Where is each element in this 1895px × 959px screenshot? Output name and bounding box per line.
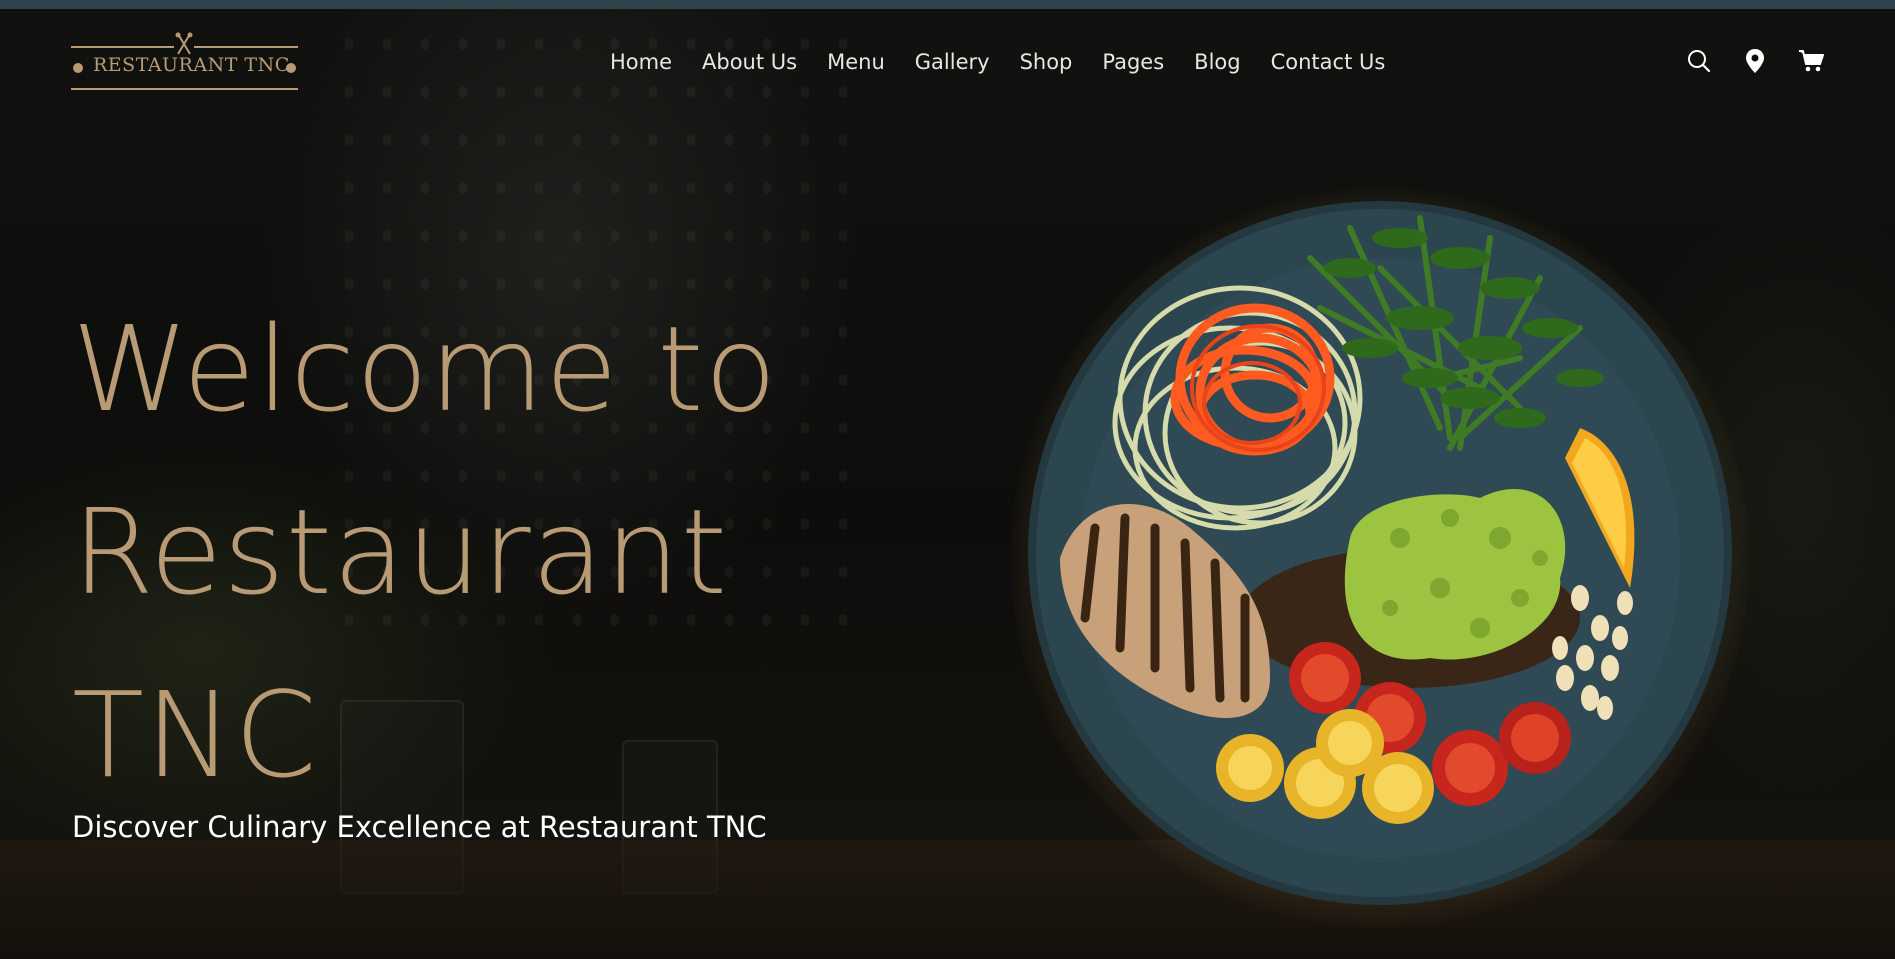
- logo-text: RESTAURANT TNC: [93, 54, 290, 76]
- logo-line-bottom: [71, 88, 298, 90]
- main-nav: Home About Us Menu Gallery Shop Pages Bl…: [610, 48, 1385, 76]
- logo[interactable]: RESTAURANT TNC: [71, 32, 298, 92]
- logo-dot-left: [73, 63, 83, 73]
- hero-title: Welcome to Restaurant TNC: [72, 278, 912, 827]
- hero-title-line-3: TNC: [72, 666, 318, 804]
- location-pin-icon[interactable]: [1742, 48, 1768, 74]
- search-icon[interactable]: [1686, 48, 1712, 74]
- hero-subtitle: Discover Culinary Excellence at Restaura…: [72, 810, 767, 844]
- cutlery-icon: [174, 32, 194, 56]
- top-strip: [0, 0, 1895, 9]
- logo-dot-right: [286, 63, 296, 73]
- nav-about-us[interactable]: About Us: [702, 48, 797, 76]
- hero-title-line-2: Restaurant: [72, 483, 729, 621]
- shopping-cart-icon[interactable]: [1798, 48, 1824, 74]
- nav-menu[interactable]: Menu: [827, 48, 885, 76]
- nav-blog[interactable]: Blog: [1194, 48, 1240, 76]
- nav-pages[interactable]: Pages: [1102, 48, 1164, 76]
- nav-home[interactable]: Home: [610, 48, 672, 76]
- hero-title-line-1: Welcome to: [72, 300, 778, 438]
- header-icons: [1686, 48, 1824, 74]
- hero-food-plate-image: [1010, 188, 1760, 928]
- nav-contact-us[interactable]: Contact Us: [1271, 48, 1386, 76]
- nav-gallery[interactable]: Gallery: [915, 48, 990, 76]
- page: RESTAURANT TNC Home About Us Menu Galler…: [0, 0, 1895, 959]
- nav-shop[interactable]: Shop: [1020, 48, 1073, 76]
